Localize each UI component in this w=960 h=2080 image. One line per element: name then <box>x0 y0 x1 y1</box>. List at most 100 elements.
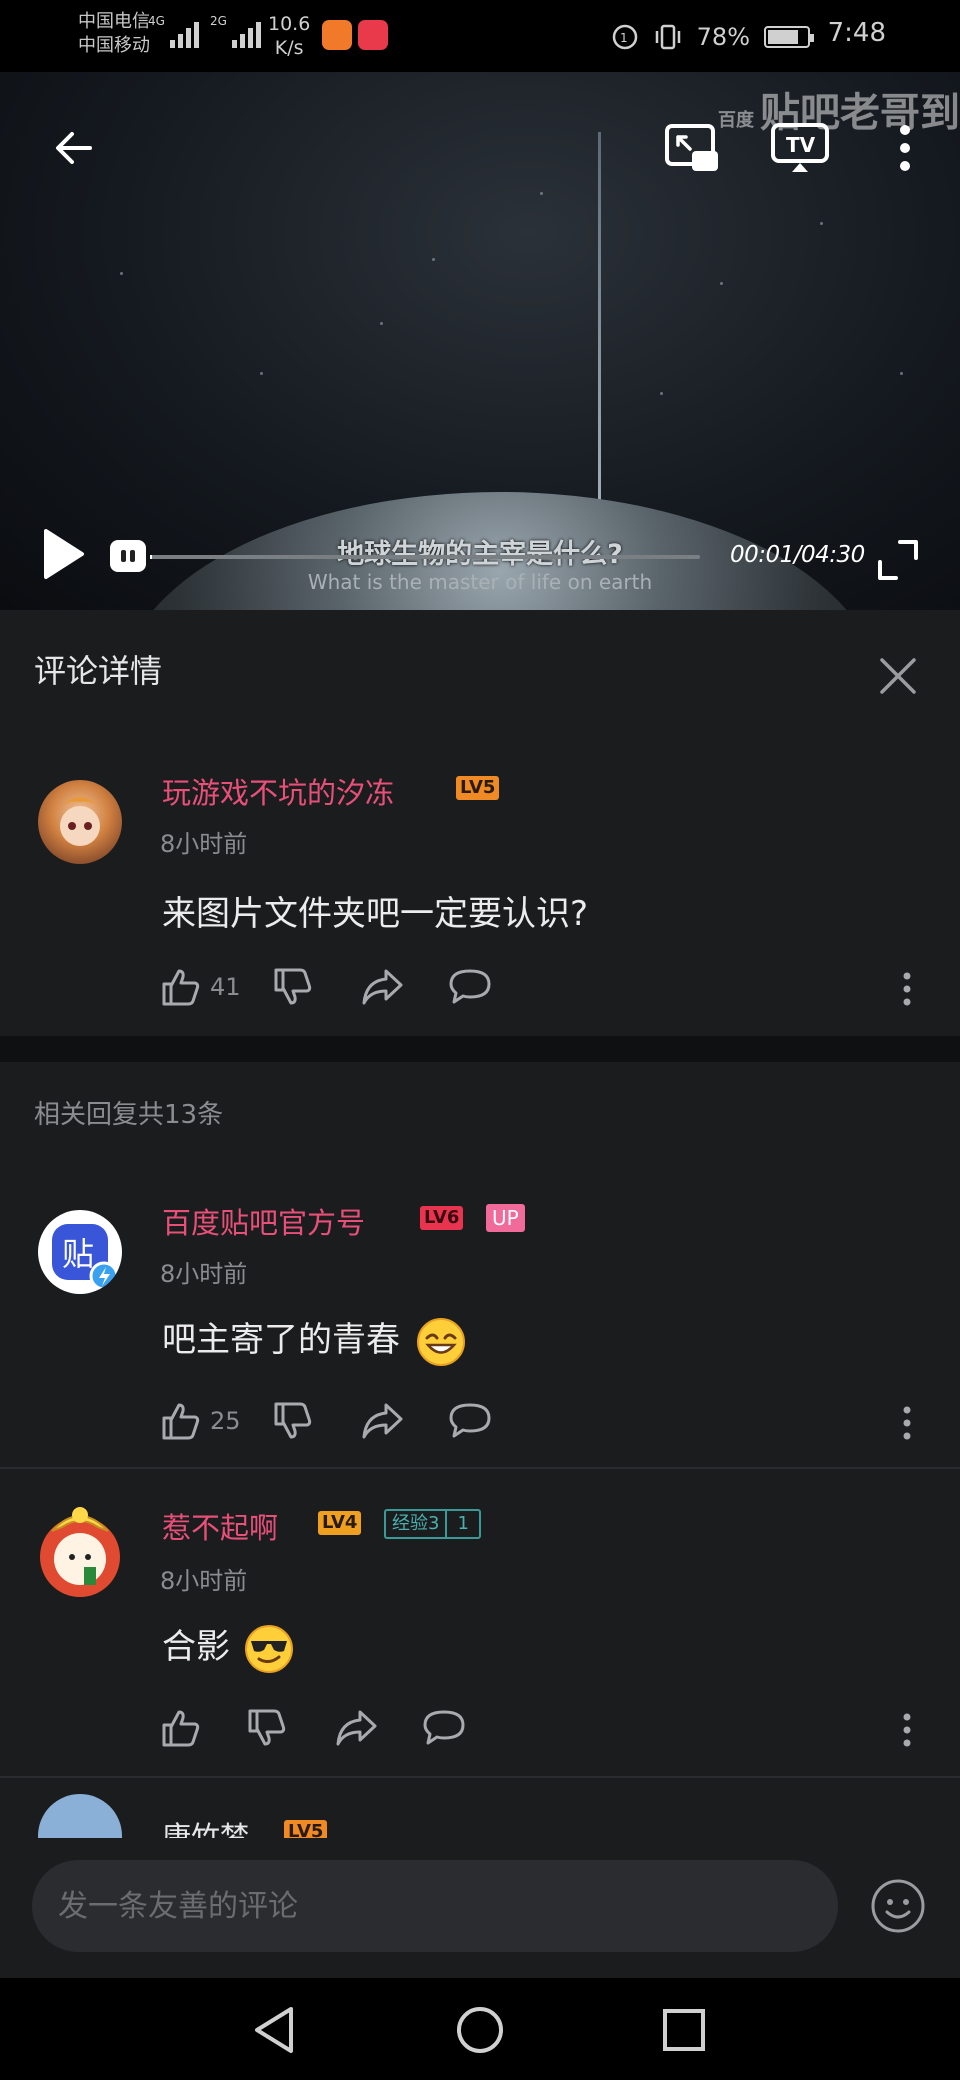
level-badge: LV4 <box>318 1511 362 1535</box>
fullscreen-button[interactable] <box>870 532 926 588</box>
comment-more-button[interactable] <box>902 1406 912 1444</box>
like-button[interactable]: 25 <box>160 1400 244 1442</box>
reply-item: 贴 百度贴吧官方号 LV6 UP 8小时前 吧主寄了的青春 25 <box>0 1150 960 1468</box>
replies-count-title: 相关回复共13条 <box>34 1100 224 1130</box>
more-vertical-icon <box>903 1406 911 1440</box>
dislike-button[interactable] <box>272 1400 314 1442</box>
share-icon <box>362 969 403 1005</box>
like-count: 41 <box>210 973 241 1001</box>
reply-button[interactable] <box>422 1708 466 1748</box>
comment-text: 来图片文件夹吧一定要认识? <box>162 894 589 934</box>
signal-icon-2: 2G <box>210 14 261 48</box>
comment-actions: 41 <box>160 964 520 1010</box>
svg-text:TV: TV <box>786 133 816 157</box>
square-recents-icon <box>663 2009 705 2051</box>
back-button[interactable] <box>46 120 102 176</box>
thumbs-down-icon <box>274 1402 312 1439</box>
sunglasses-emoji-icon <box>244 1624 293 1673</box>
nav-recents-button[interactable] <box>654 2000 714 2060</box>
dislike-button[interactable] <box>246 1707 288 1749</box>
arrow-left-icon <box>56 132 92 164</box>
play-icon <box>44 529 84 579</box>
close-icon <box>880 658 916 694</box>
more-options-button[interactable] <box>880 118 930 178</box>
reply-button[interactable] <box>448 1401 492 1441</box>
dislike-button[interactable] <box>272 966 314 1008</box>
cast-tv-button[interactable]: TV <box>770 118 830 178</box>
thumbs-up-icon <box>162 969 200 1006</box>
tv-cast-icon: TV <box>771 123 829 172</box>
username[interactable]: 百度贴吧官方号 <box>162 1200 365 1242</box>
level-badge: LV5 <box>456 776 500 800</box>
share-icon <box>336 1710 377 1746</box>
progress-thumb[interactable] <box>110 540 146 572</box>
light-beam <box>598 132 601 512</box>
comment-time: 8小时前 <box>160 1260 248 1288</box>
username[interactable]: 康竹梦 <box>162 1814 249 1838</box>
avatar-image <box>58 797 102 846</box>
nav-back-button[interactable] <box>244 2000 304 2060</box>
sim1-network-tag: 4G <box>148 14 165 28</box>
reply-button[interactable] <box>448 967 492 1007</box>
section-divider <box>0 1036 960 1062</box>
tieba-logo-icon: 贴 <box>52 1224 119 1291</box>
svg-text:贴: 贴 <box>62 1235 94 1273</box>
avatar[interactable] <box>38 780 122 864</box>
play-button[interactable] <box>34 524 90 584</box>
comment-input[interactable] <box>32 1860 838 1952</box>
carrier-2: 中国移动 <box>78 35 150 56</box>
comment-more-button[interactable] <box>902 1713 912 1751</box>
reader-app-icon <box>358 20 388 50</box>
triangle-back-icon <box>255 2007 293 2053</box>
username[interactable]: 玩游戏不坑的汐冻 <box>162 770 394 812</box>
time-display: 00:01/04:30 <box>730 542 865 568</box>
avatar-image <box>40 1507 120 1597</box>
more-vertical-icon <box>903 972 911 1006</box>
nav-home-button[interactable] <box>450 2000 510 2060</box>
weibo-app-icon <box>322 20 352 50</box>
more-vertical-icon <box>900 125 910 171</box>
comment-text: 合影 <box>162 1619 295 1675</box>
sim2-network-tag: 2G <box>210 14 227 28</box>
like-button[interactable] <box>160 1707 202 1749</box>
mini-player-button[interactable] <box>662 118 722 178</box>
username[interactable]: 惹不起啊 <box>162 1505 278 1547</box>
emoji-button[interactable] <box>870 1878 926 1938</box>
up-badge: UP <box>486 1204 525 1232</box>
circle-home-icon <box>457 2007 503 2053</box>
signal-icon-1: 4G <box>148 14 199 48</box>
comment-time: 8小时前 <box>160 1567 248 1595</box>
vibrate-icon <box>655 24 680 50</box>
reply-item: 惹不起啊 LV4 经验3 1 8小时前 合影 <box>0 1469 960 1777</box>
level-badge: LV5 <box>284 1820 328 1838</box>
share-button[interactable] <box>360 967 404 1007</box>
reply-item: 康竹梦 LV5 <box>0 1778 960 1838</box>
svg-text:1: 1 <box>620 31 628 45</box>
progress-bar[interactable] <box>150 555 700 559</box>
comment-text: 吧主寄了的青春 <box>162 1312 467 1368</box>
close-button[interactable] <box>872 650 924 702</box>
network-speed: 10.6 K/s <box>268 13 311 59</box>
comment-more-button[interactable] <box>902 972 912 1010</box>
share-button[interactable] <box>334 1708 378 1748</box>
comment-actions <box>160 1705 494 1751</box>
share-button[interactable] <box>360 1401 404 1441</box>
share-icon <box>362 1403 403 1439</box>
thumbs-up-icon <box>162 1403 200 1440</box>
experience-badge: 经验3 1 <box>384 1509 481 1539</box>
speech-bubble-icon <box>449 969 491 1004</box>
like-button[interactable]: 41 <box>160 966 244 1008</box>
more-vertical-icon <box>903 1713 911 1747</box>
avatar[interactable]: 贴 <box>38 1210 122 1294</box>
system-nav-bar <box>0 1978 960 2080</box>
page-title: 评论详情 <box>34 652 163 690</box>
status-bar: 中国电信 中国移动 4G 2G 10.6 K/s 1 78% 7:48 <box>0 0 960 72</box>
avatar[interactable] <box>28 1499 132 1603</box>
speech-bubble-icon <box>423 1710 465 1745</box>
avatar[interactable] <box>38 1794 122 1838</box>
status-icons: 1 78% <box>611 22 814 52</box>
comment-input-bar <box>0 1838 960 1978</box>
subtitle-english: What is the master of life on earth <box>307 570 653 594</box>
picture-in-picture-icon <box>665 124 718 171</box>
video-player[interactable]: 百度贴吧老哥到 TV 地球生物的主宰是什么? What is the maste… <box>0 72 960 610</box>
